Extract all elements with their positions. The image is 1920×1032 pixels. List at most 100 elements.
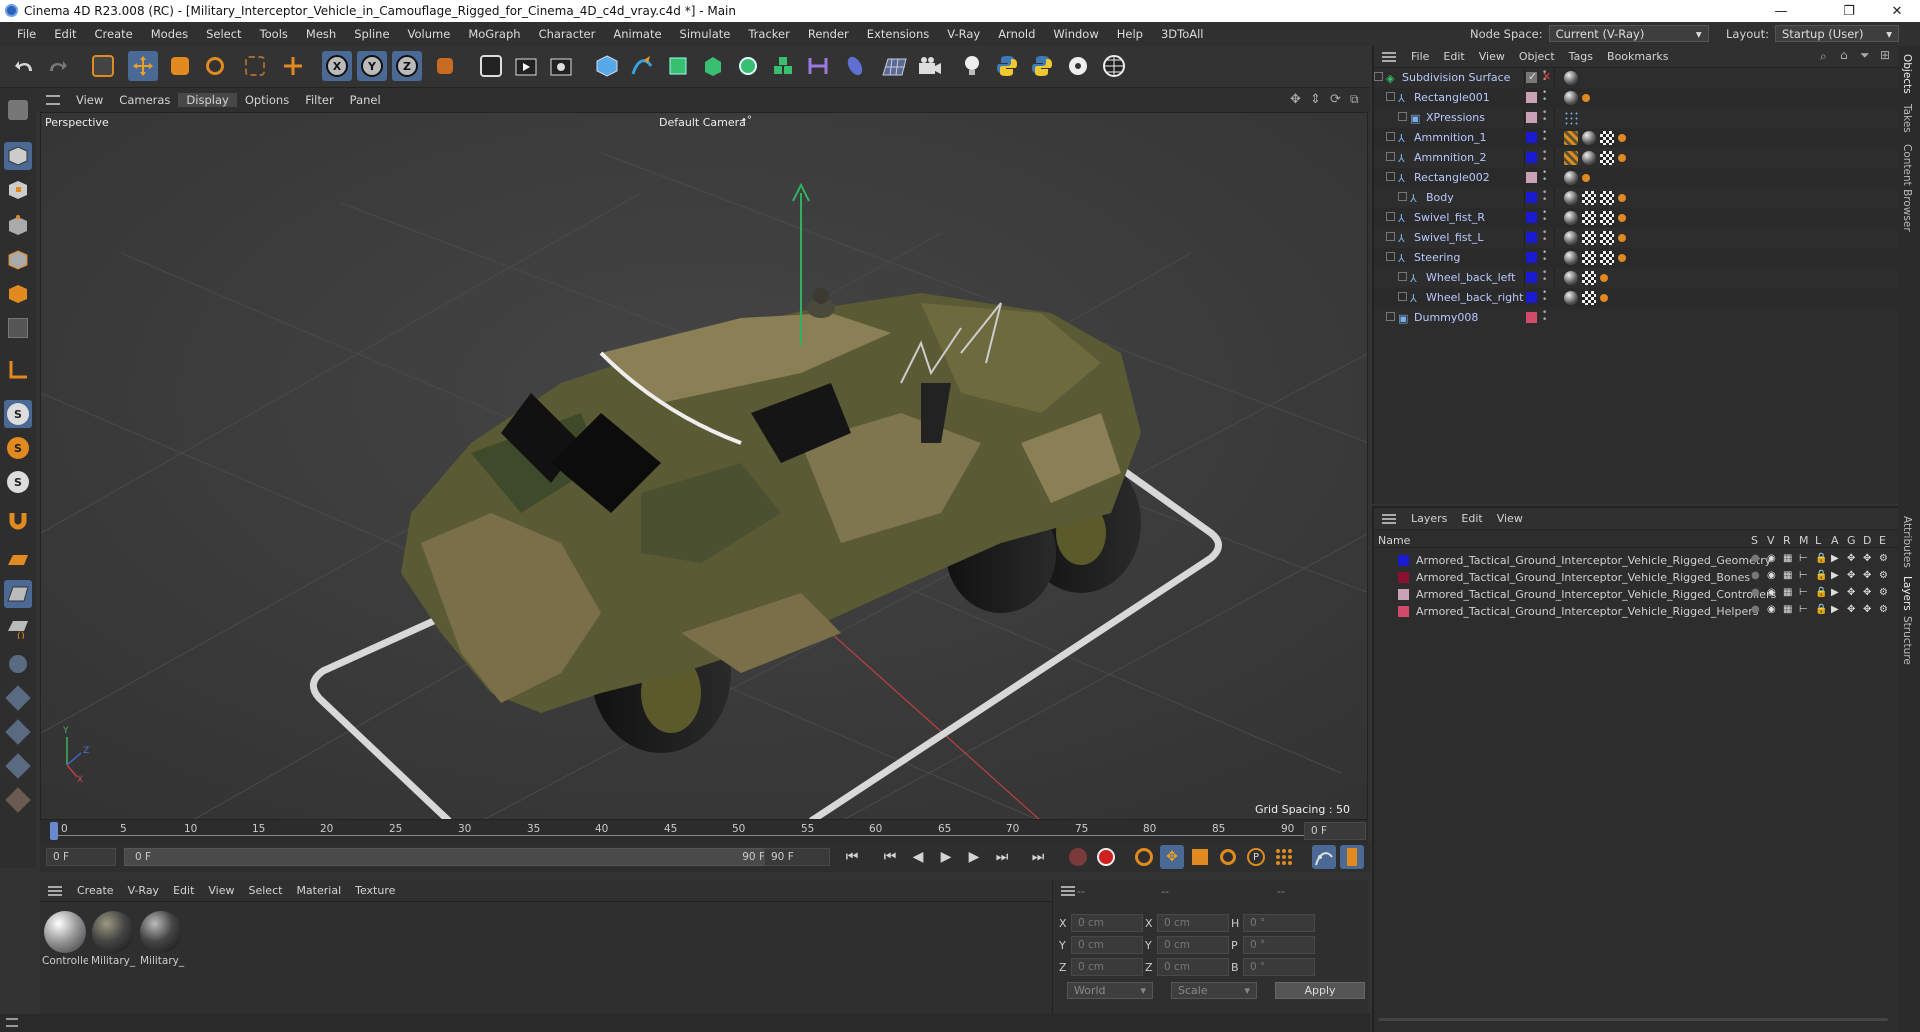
recent-tools-button[interactable] xyxy=(240,51,270,81)
knife-tool-button[interactable] xyxy=(4,786,32,814)
uvw-tag-icon[interactable] xyxy=(1582,251,1596,265)
animation-play-icon[interactable]: ▶ xyxy=(1831,570,1839,581)
apply-button[interactable]: Apply xyxy=(1275,982,1365,999)
deformer-button[interactable] xyxy=(803,51,833,81)
object-row[interactable]: ⅄ Wheel_back_left • • xyxy=(1374,268,1898,288)
expand-toggle-icon[interactable] xyxy=(1386,92,1395,101)
om-menu-edit[interactable]: Edit xyxy=(1436,50,1471,63)
menu-create[interactable]: Create xyxy=(86,27,142,41)
deformer-icon[interactable]: ✥ xyxy=(1863,604,1871,615)
uvw-tag-icon[interactable] xyxy=(1600,211,1614,225)
live-selection-button[interactable] xyxy=(88,51,118,81)
visible-eye-icon[interactable]: ◉ xyxy=(1767,553,1776,564)
xpresso-tag-icon[interactable] xyxy=(1564,111,1578,125)
object-name[interactable]: Ammnition_1 xyxy=(1414,131,1487,144)
uvw-tag-icon[interactable] xyxy=(1582,291,1596,305)
generator-icon[interactable]: ✥ xyxy=(1847,604,1855,615)
magnet-button[interactable] xyxy=(4,506,32,534)
menu-tracker[interactable]: Tracker xyxy=(739,27,799,41)
layer-color-swatch[interactable] xyxy=(1526,292,1537,303)
visible-eye-icon[interactable]: ◉ xyxy=(1767,570,1776,581)
go-to-start-button[interactable]: ⏮ xyxy=(840,845,864,869)
enabled-check-icon[interactable]: ✓ xyxy=(1528,70,1537,83)
hamburger-icon[interactable] xyxy=(48,885,62,896)
expand-toggle-icon[interactable] xyxy=(1398,292,1407,301)
viewport-menu-cameras[interactable]: Cameras xyxy=(111,93,178,107)
sculpt-tool-button[interactable] xyxy=(4,684,32,712)
layer-row[interactable]: Armored_Tactical_Ground_Interceptor_Vehi… xyxy=(1374,552,1898,569)
material-tag-icon[interactable] xyxy=(1564,71,1578,85)
object-name[interactable]: Body xyxy=(1426,191,1454,204)
render-icon[interactable]: ▦ xyxy=(1783,570,1792,581)
menu-select[interactable]: Select xyxy=(197,27,250,41)
solo-dot-icon[interactable]: ● xyxy=(1751,604,1760,615)
menu-window[interactable]: Window xyxy=(1044,27,1107,41)
uvw-tag-icon[interactable] xyxy=(1600,251,1614,265)
visibility-dots-icon[interactable]: • • xyxy=(1542,169,1547,185)
lock-icon[interactable]: 🔒 xyxy=(1815,570,1827,581)
layer-color-swatch[interactable] xyxy=(1398,572,1409,583)
node-space-select[interactable]: Current (V-Ray) ▾ xyxy=(1548,25,1709,42)
expand-toggle-icon[interactable] xyxy=(1398,272,1407,281)
expand-toggle-icon[interactable] xyxy=(1398,112,1407,121)
layer-color-swatch[interactable] xyxy=(1526,112,1537,123)
protection-tag-icon[interactable] xyxy=(1600,294,1608,302)
uvw-tag-icon[interactable] xyxy=(1600,151,1614,165)
menu-mograph[interactable]: MoGraph xyxy=(459,27,529,41)
expression-icon[interactable]: ⚙ xyxy=(1879,587,1888,598)
render-icon[interactable]: ▦ xyxy=(1783,587,1792,598)
generator-icon[interactable]: ✥ xyxy=(1847,587,1855,598)
layer-name[interactable]: Armored_Tactical_Ground_Interceptor_Vehi… xyxy=(1416,571,1750,584)
layer-color-swatch[interactable] xyxy=(1398,606,1409,617)
object-name[interactable]: Wheel_back_left xyxy=(1426,271,1515,284)
material-tag-icon[interactable] xyxy=(1582,131,1596,145)
coordinate-space-select[interactable]: World ▾ xyxy=(1067,982,1153,999)
solo-dot-icon[interactable]: ● xyxy=(1751,553,1760,564)
layer-color-swatch[interactable] xyxy=(1526,272,1537,283)
animation-play-icon[interactable]: ▶ xyxy=(1831,587,1839,598)
play-button[interactable]: ▶ xyxy=(934,845,958,869)
extrude-button[interactable] xyxy=(698,51,728,81)
object-row[interactable]: ▣ XPressions • • xyxy=(1374,108,1898,128)
paint-tool-button[interactable] xyxy=(4,718,32,746)
object-row[interactable]: ⅄ Steering • • xyxy=(1374,248,1898,268)
visibility-dots-icon[interactable]: • • xyxy=(1542,209,1547,225)
grid-button[interactable] xyxy=(4,580,32,608)
keyframe-selection-button[interactable] xyxy=(1132,845,1156,869)
go-to-end-button[interactable]: ⏭ xyxy=(1026,845,1050,869)
rot-b-field[interactable]: 0 ° xyxy=(1243,958,1315,976)
move-tool-button[interactable] xyxy=(128,51,158,81)
lm-menu-view[interactable]: View xyxy=(1490,512,1530,525)
viewport-menu-filter[interactable]: Filter xyxy=(297,93,341,107)
menu-render[interactable]: Render xyxy=(799,27,858,41)
protection-tag-icon[interactable] xyxy=(1600,274,1608,282)
material-menu-vray[interactable]: V-Ray xyxy=(121,884,167,897)
visibility-dots-icon[interactable]: • • xyxy=(1542,249,1547,265)
menu-3dtoall[interactable]: 3DToAll xyxy=(1152,27,1213,41)
layer-row[interactable]: Armored_Tactical_Ground_Interceptor_Vehi… xyxy=(1374,603,1898,620)
field-button[interactable] xyxy=(840,51,870,81)
visible-eye-icon[interactable]: ◉ xyxy=(1767,587,1776,598)
rot-p-field[interactable]: 0 ° xyxy=(1243,936,1315,954)
transform-mode-select[interactable]: Scale ▾ xyxy=(1171,982,1257,999)
material-tag-icon[interactable] xyxy=(1582,151,1596,165)
zoom-view-icon[interactable]: ⇕ xyxy=(1310,92,1321,107)
object-row[interactable]: ⅄ Rectangle002 • • xyxy=(1374,168,1898,188)
end-frame-field[interactable]: 90 F xyxy=(764,848,830,866)
object-row[interactable]: ⅄ Wheel_back_right • • xyxy=(1374,288,1898,308)
layer-color-swatch[interactable] xyxy=(1526,172,1537,183)
expand-toggle-icon[interactable] xyxy=(1386,172,1395,181)
redo-button[interactable] xyxy=(42,51,72,81)
animation-play-icon[interactable]: ▶ xyxy=(1831,604,1839,615)
filter-icon[interactable]: ⏷ xyxy=(1860,48,1870,63)
render-icon[interactable]: ▦ xyxy=(1783,604,1792,615)
manager-tree-icon[interactable]: ⊢ xyxy=(1799,604,1808,615)
material-swatch[interactable] xyxy=(140,911,182,953)
material-tag-icon[interactable] xyxy=(1564,171,1578,185)
tab-takes[interactable]: Takes xyxy=(1901,104,1913,133)
rotate-view-icon[interactable]: ⟳ xyxy=(1330,92,1341,107)
next-key-button[interactable]: ⏭ xyxy=(990,845,1014,869)
menu-modes[interactable]: Modes xyxy=(142,27,197,41)
layout-select[interactable]: Startup (User) ▾ xyxy=(1774,25,1899,42)
new-window-icon[interactable]: ⊞ xyxy=(1880,48,1890,62)
